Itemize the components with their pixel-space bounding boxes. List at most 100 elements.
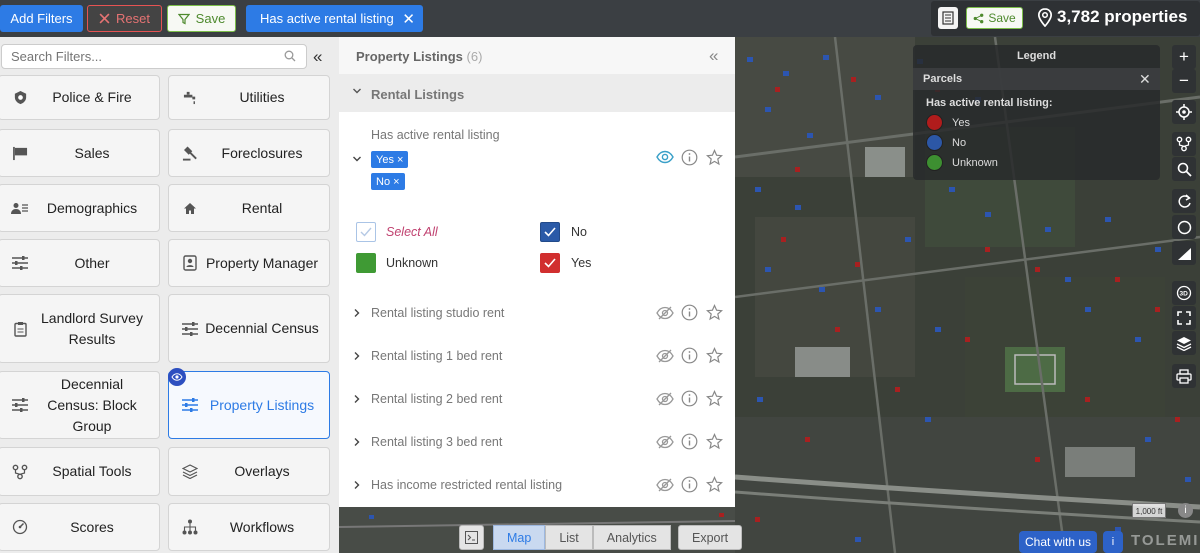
info-icon[interactable]	[681, 433, 698, 450]
category-foreclosures[interactable]: Foreclosures	[168, 129, 330, 177]
star-icon[interactable]	[706, 304, 723, 321]
spatial-icon	[11, 463, 29, 481]
category-label: Utilities	[239, 89, 285, 105]
eye-off-icon[interactable]	[656, 390, 674, 408]
chat-info-label: i	[1111, 536, 1115, 548]
tab-list[interactable]: List	[545, 525, 593, 550]
draw-circle-button[interactable]	[1172, 215, 1196, 239]
print-button[interactable]	[1172, 364, 1196, 388]
category-utilities[interactable]: Utilities	[168, 75, 330, 120]
category-demographics[interactable]: Demographics	[0, 184, 160, 232]
location-pin-icon	[1037, 7, 1053, 27]
property-count-label: 3,782 properties	[1057, 7, 1188, 26]
legend-item-label: No	[952, 136, 967, 149]
export-button[interactable]: Export	[678, 525, 743, 550]
category-workflows[interactable]: Workflows	[168, 503, 330, 551]
filter-row[interactable]: Has income restricted rental listing	[339, 476, 735, 496]
map-search-button[interactable]	[1172, 157, 1196, 181]
category-property-listings[interactable]: Property Listings	[168, 371, 330, 439]
category-property-manager[interactable]: Property Manager	[168, 239, 330, 287]
layers-button[interactable]	[1172, 331, 1196, 355]
unknown-checkbox[interactable]	[356, 253, 376, 273]
chevron-right-icon	[354, 395, 360, 403]
share-save-button[interactable]: Save	[966, 7, 1023, 29]
x-icon	[99, 13, 110, 24]
category-rental[interactable]: Rental	[168, 184, 330, 232]
select-all-label[interactable]: Select All	[386, 225, 438, 239]
zoom-out-button[interactable]: −	[1172, 69, 1196, 93]
search-filters-input[interactable]	[1, 44, 307, 69]
fullscreen-button[interactable]	[1172, 306, 1196, 330]
star-icon[interactable]	[706, 433, 723, 450]
category-other[interactable]: Other	[0, 239, 160, 287]
chat-info-button[interactable]: i	[1103, 531, 1123, 553]
terminal-button[interactable]	[459, 525, 484, 550]
section-rental-listings[interactable]: Rental Listings	[339, 74, 735, 112]
panel-title: Property Listings (6)	[356, 49, 482, 64]
filter-row[interactable]: Rental listing studio rent	[339, 304, 735, 324]
spatial-tool-button[interactable]	[1172, 132, 1196, 156]
category-spatial-tools[interactable]: Spatial Tools	[0, 447, 160, 496]
chevron-down-icon[interactable]	[352, 154, 362, 164]
info-icon[interactable]	[681, 347, 698, 364]
info-icon[interactable]	[681, 149, 698, 166]
star-icon[interactable]	[706, 476, 723, 493]
category-decennial-census[interactable]: Decennial Census	[168, 294, 330, 363]
crosshair-icon	[1176, 104, 1192, 120]
document-button[interactable]	[938, 7, 958, 29]
tab-analytics[interactable]: Analytics	[592, 525, 671, 550]
chat-button[interactable]: Chat with us	[1019, 531, 1097, 553]
zoom-in-button[interactable]: +	[1172, 45, 1196, 69]
eye-off-icon[interactable]	[656, 304, 674, 322]
panel-header: Property Listings (6) «	[339, 37, 735, 74]
info-icon[interactable]: i	[1178, 503, 1193, 518]
yes-checkbox[interactable]	[540, 253, 560, 273]
no-label: No	[571, 225, 587, 239]
category-landlord-survey[interactable]: Landlord Survey Results	[0, 294, 160, 363]
legend-layer-name: Parcels	[923, 73, 963, 85]
3d-button[interactable]: 3D	[1172, 281, 1196, 305]
category-scores[interactable]: Scores	[0, 503, 160, 551]
save-button[interactable]: Save	[167, 5, 236, 32]
draw-polygon-button[interactable]	[1172, 241, 1196, 265]
close-icon[interactable]: ✕	[402, 10, 415, 28]
tab-map[interactable]: Map	[493, 525, 546, 550]
info-icon[interactable]	[681, 304, 698, 321]
reset-button[interactable]: Reset	[87, 5, 162, 32]
info-icon[interactable]	[681, 476, 698, 493]
eye-off-icon[interactable]	[656, 433, 674, 451]
chevron-down-icon	[353, 88, 361, 94]
rotate-button[interactable]	[1172, 189, 1196, 213]
legend-caption: Has active rental listing:	[926, 97, 1053, 109]
check-icon	[360, 227, 372, 237]
category-sales[interactable]: Sales	[0, 129, 160, 177]
filter-row[interactable]: Rental listing 2 bed rent	[339, 390, 735, 410]
star-icon[interactable]	[706, 390, 723, 407]
close-icon[interactable]: ✕	[1139, 71, 1151, 88]
eye-icon[interactable]	[656, 150, 674, 164]
select-all-checkbox[interactable]	[356, 222, 376, 242]
legend-swatch	[926, 134, 943, 151]
category-decennial-census-block-group[interactable]: Decennial Census: Block Group	[0, 371, 160, 439]
category-label: Foreclosures	[221, 144, 303, 161]
collapse-sidebar-icon[interactable]: «	[313, 47, 322, 67]
category-overlays[interactable]: Overlays	[168, 447, 330, 496]
category-police-fire[interactable]: Police & Fire	[0, 75, 160, 120]
locate-button[interactable]	[1172, 100, 1196, 124]
eye-off-icon[interactable]	[656, 347, 674, 365]
star-icon[interactable]	[706, 149, 723, 166]
circle-icon	[1177, 220, 1191, 234]
filter-row[interactable]: Rental listing 3 bed rent	[339, 433, 735, 453]
star-icon[interactable]	[706, 347, 723, 364]
add-filters-button[interactable]: Add Filters	[0, 5, 83, 32]
active-filter-chip[interactable]: Has active rental listing ✕	[246, 5, 423, 32]
yes-label: Yes	[571, 256, 592, 270]
collapse-panel-icon[interactable]: «	[709, 46, 718, 66]
no-checkbox[interactable]	[540, 222, 560, 242]
eye-off-icon[interactable]	[656, 476, 674, 494]
filter-row[interactable]: Rental listing 1 bed rent	[339, 347, 735, 367]
tag-yes[interactable]: Yes ×	[371, 151, 409, 168]
info-icon[interactable]	[681, 390, 698, 407]
tag-no[interactable]: No ×	[371, 173, 405, 190]
minus-icon: −	[1179, 71, 1189, 90]
